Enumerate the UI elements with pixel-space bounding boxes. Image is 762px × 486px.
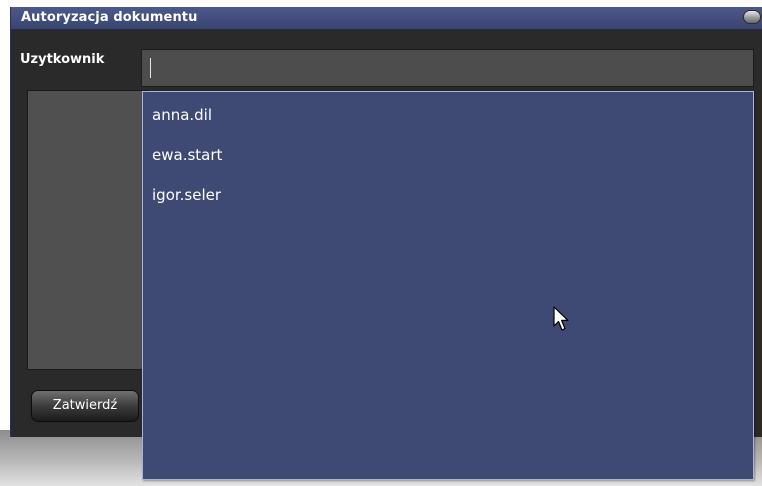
- user-field-label: Uzytkownik: [20, 52, 105, 67]
- submit-button[interactable]: Zatwierdź: [31, 390, 139, 422]
- user-option-igor-seler[interactable]: igor.seler: [152, 183, 742, 207]
- user-dropdown-list: anna.dil ewa.start igor.seler: [142, 91, 754, 480]
- user-option-ewa-start[interactable]: ewa.start: [152, 143, 742, 167]
- side-panel: [27, 90, 149, 370]
- user-option-anna-dil[interactable]: anna.dil: [152, 103, 742, 127]
- window-control-icon[interactable]: [743, 10, 761, 24]
- screen: Autoryzacja dokumentu Uzytkownik Zatwier…: [0, 0, 762, 486]
- text-caret: [150, 58, 151, 78]
- mouse-pointer-icon: [553, 306, 569, 331]
- dialog-title: Autoryzacja dokumentu: [21, 10, 198, 25]
- dialog-titlebar[interactable]: Autoryzacja dokumentu: [11, 7, 762, 30]
- user-input[interactable]: [141, 49, 754, 87]
